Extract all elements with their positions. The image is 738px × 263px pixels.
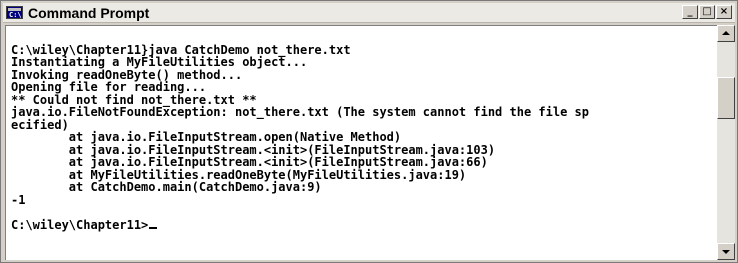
title-bar[interactable]: C:\ Command Prompt _ □ ×	[3, 3, 735, 23]
vertical-scrollbar[interactable]	[717, 25, 735, 260]
window-controls: _ □ ×	[681, 5, 732, 19]
console-line: at CatchDemo.main(CatchDemo.java:9)	[11, 180, 322, 194]
console-line: -1	[11, 192, 26, 207]
scrollbar-thumb[interactable]	[717, 76, 735, 119]
maximize-button[interactable]: □	[699, 5, 715, 19]
text-cursor	[149, 226, 158, 229]
console-window-icon-text: C:\	[9, 11, 22, 19]
console-lines: C:\wiley\Chapter11}java CatchDemo not_th…	[11, 31, 589, 231]
console-line: java.io.FileNotFoundException: not_there…	[11, 105, 589, 119]
console-line: Instantiating a MyFileUtilities object..…	[11, 55, 308, 69]
console-window-icon[interactable]: C:\	[6, 6, 23, 19]
window-title: Command Prompt	[28, 4, 150, 21]
close-button[interactable]: ×	[716, 5, 732, 19]
scroll-up-button[interactable]	[717, 25, 735, 42]
console-line: Opening file for reading...	[11, 80, 207, 94]
console-line: at java.io.FileInputStream.<init>(FileIn…	[11, 155, 488, 169]
console-line: at java.io.FileInputStream.open(Native M…	[11, 130, 402, 144]
minimize-button[interactable]: _	[682, 5, 698, 19]
console-output[interactable]: C:\wiley\Chapter11}java CatchDemo not_th…	[5, 25, 717, 260]
command-prompt-window: C:\ Command Prompt _ □ × C:\wiley\Chapte…	[0, 0, 738, 263]
scroll-down-button[interactable]	[717, 243, 735, 260]
console-line: C:\wiley\Chapter11>	[11, 218, 589, 232]
